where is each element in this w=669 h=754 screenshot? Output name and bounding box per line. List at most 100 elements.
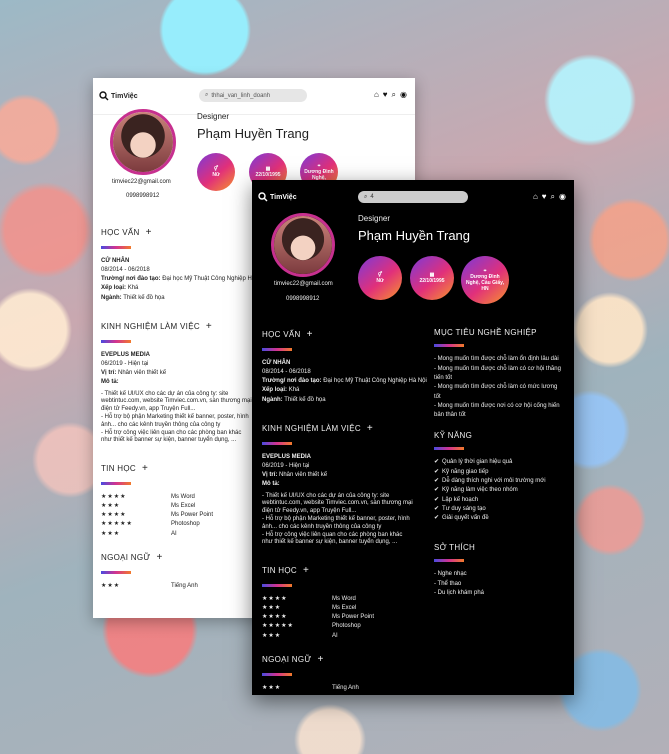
position-label: Vị trí: bbox=[262, 472, 278, 479]
hobby-heading: SỞ THÍCH bbox=[434, 542, 564, 554]
education-heading: HỌC VẤN + bbox=[101, 225, 251, 241]
it-row: ★★★ Ms Excel bbox=[101, 502, 261, 511]
rating-stars: ★★★ bbox=[262, 684, 282, 691]
user-icon[interactable]: ◉ bbox=[559, 192, 566, 202]
it-row: ★★★ Ms Excel bbox=[262, 604, 422, 613]
header-icons: ⌂ ♥ ⌕ ◉ bbox=[533, 192, 566, 202]
add-icon[interactable]: + bbox=[146, 225, 152, 241]
hobby-item: - Du lịch khám phá bbox=[434, 589, 485, 596]
avatar bbox=[110, 109, 176, 175]
skill-text: Giải quyết vấn đề bbox=[442, 515, 489, 522]
experience-period: 06/2019 - Hiện tại bbox=[101, 360, 149, 367]
skill-name: Ms Word bbox=[332, 595, 356, 602]
phone: 0998998912 bbox=[286, 296, 320, 302]
add-icon[interactable]: + bbox=[318, 652, 324, 668]
goal-line: - Mong muốn tìm được chỗ làm có mức lươn… bbox=[434, 384, 558, 400]
rating-stars: ★★★ bbox=[262, 632, 282, 639]
experience-section: KINH NGHIỆM LÀM VIỆC + EVEPLUS MEDIA 06/2… bbox=[262, 421, 414, 547]
hobby-title: SỞ THÍCH bbox=[434, 543, 476, 552]
brand-logo[interactable]: TimViệc bbox=[99, 91, 138, 101]
goal-line: - Mong muốn tìm được nơi có cơ hội cống … bbox=[434, 402, 560, 419]
skill-item: ✔ Kỹ năng giao tiếp bbox=[434, 468, 564, 477]
it-row: ★★★★ Ms Word bbox=[101, 493, 261, 502]
hobby-section: SỞ THÍCH - Nghe nhạc - Thể thao - Du lịc… bbox=[434, 542, 564, 598]
it-title: TIN HỌC bbox=[101, 463, 136, 473]
education-major: Ngành: Thiết kế đồ họa bbox=[101, 294, 251, 303]
school-label: Trường/ nơi đào tạo: bbox=[101, 276, 161, 283]
search-icon: ⌕ bbox=[205, 92, 209, 98]
email: timviec22@gmail.com bbox=[112, 179, 171, 185]
skill-name: Ms Excel bbox=[171, 502, 196, 509]
it-heading: TIN HỌC + bbox=[101, 461, 261, 477]
position-value: Nhân viên thiết kế bbox=[118, 370, 167, 377]
skill-text: Lập kế hoạch bbox=[442, 496, 479, 503]
it-row: ★★★ AI bbox=[262, 632, 422, 641]
skill-text: Dễ dàng thích nghi với môi trường mới bbox=[442, 477, 546, 484]
heading-underline bbox=[434, 447, 464, 451]
brand-logo[interactable]: TimViệc bbox=[258, 192, 297, 202]
education-subject: CỬ NHÂN bbox=[101, 257, 130, 264]
it-section: TIN HỌC + ★★★★ Ms Word ★★★ Ms Excel ★★★★ Ms … bbox=[101, 461, 261, 539]
logo-icon bbox=[258, 192, 268, 202]
add-icon[interactable]: + bbox=[142, 461, 148, 477]
address-text: Dương Đình Nghệ, Cầu Giấy, HN bbox=[466, 274, 504, 292]
check-icon: ✔ bbox=[434, 487, 440, 494]
language-heading: NGOẠI NGỮ + bbox=[101, 550, 261, 566]
goal-heading: MỤC TIÊU NGHỀ NGHIỆP bbox=[434, 327, 564, 339]
position-label: Vị trí: bbox=[101, 370, 117, 377]
search-icon[interactable]: ⌕ bbox=[392, 90, 396, 100]
education-heading: HỌC VẤN + bbox=[262, 327, 432, 343]
goal-title: MỤC TIÊU NGHỀ NGHIỆP bbox=[434, 328, 537, 337]
skill-name: Ms Power Point bbox=[171, 512, 214, 519]
education-school: Trường/ nơi đào tạo: Đại học Mỹ Thuật Cô… bbox=[262, 377, 432, 386]
it-row: ★★★ AI bbox=[101, 530, 261, 539]
search-input[interactable]: ⌕ thhai_van_linh_doanh bbox=[199, 89, 307, 102]
home-icon[interactable]: ⌂ bbox=[374, 90, 379, 100]
add-icon[interactable]: + bbox=[157, 550, 163, 566]
it-row: ★★★★★ Photoshop bbox=[101, 520, 261, 529]
experience-position: Vị trí: Nhân viên thiết kế bbox=[101, 369, 253, 378]
skills-heading: KỸ NĂNG bbox=[434, 430, 564, 442]
company: EVEPLUS MEDIA bbox=[262, 453, 312, 460]
add-icon[interactable]: + bbox=[206, 319, 212, 335]
education-major: Ngành: Thiết kế đồ họa bbox=[262, 396, 432, 405]
experience-position: Vị trí: Nhân viên thiết kế bbox=[262, 471, 414, 480]
search-icon: ⌕ bbox=[364, 193, 368, 200]
heading-underline bbox=[101, 339, 131, 343]
rating-stars: ★★★ bbox=[262, 604, 282, 611]
skills-section: KỸ NĂNG ✔ Quản lý thời gian hiệu quả ✔ Kỹ … bbox=[434, 430, 564, 523]
it-section: TIN HỌC + ★★★★ Ms Word ★★★ Ms Excel ★★★★ Ms … bbox=[262, 563, 422, 641]
search-icon[interactable]: ⌕ bbox=[551, 192, 555, 202]
phone: 0998998912 bbox=[126, 193, 160, 199]
heart-icon[interactable]: ♥ bbox=[383, 90, 388, 100]
user-icon[interactable]: ◉ bbox=[400, 90, 407, 100]
skill-item: ✔ Quản lý thời gian hiệu quả bbox=[434, 458, 564, 467]
add-icon[interactable]: + bbox=[307, 327, 313, 343]
education-section: HỌC VẤN + CỬ NHÂN 08/2014 - 06/2018 Trườn… bbox=[101, 225, 266, 303]
home-icon[interactable]: ⌂ bbox=[533, 192, 538, 202]
gender-badge: ⚥ Nữ bbox=[358, 256, 402, 300]
heart-icon[interactable]: ♥ bbox=[542, 192, 547, 202]
rating-stars: ★★★★ bbox=[262, 595, 288, 602]
experience-heading: KINH NGHIỆM LÀM VIỆC + bbox=[262, 421, 414, 437]
goal-line: - Mong muốn tìm được chỗ làm có cơ hội t… bbox=[434, 365, 561, 381]
skill-text: Tư duy sáng tạo bbox=[442, 505, 486, 512]
address-badge: ⌖ Dương Đình Nghệ, Cầu Giấy, HN bbox=[461, 256, 509, 304]
dob-badge: ▦ 22/10/1995 bbox=[410, 256, 454, 300]
search-input[interactable]: ⌕ 4 bbox=[358, 191, 468, 203]
heading-underline bbox=[434, 344, 464, 348]
skill-item: ✔ Tư duy sáng tạo bbox=[434, 505, 564, 514]
dob-text: 22/10/1995 bbox=[255, 172, 281, 178]
rating-stars: ★★★ bbox=[101, 502, 121, 509]
major-label: Ngành: bbox=[101, 294, 122, 301]
add-icon[interactable]: + bbox=[367, 421, 373, 437]
heading-underline bbox=[434, 559, 464, 563]
it-heading: TIN HỌC + bbox=[262, 563, 422, 579]
skill-text: Kỹ năng giao tiếp bbox=[442, 468, 489, 475]
skill-text: Quản lý thời gian hiệu quả bbox=[442, 459, 513, 466]
skill-item: ✔ Kỹ năng làm việc theo nhóm bbox=[434, 486, 564, 495]
major-value: Thiết kế đồ họa bbox=[123, 294, 165, 301]
search-value: 4 bbox=[370, 194, 374, 200]
check-icon: ✔ bbox=[434, 468, 440, 475]
add-icon[interactable]: + bbox=[303, 563, 309, 579]
